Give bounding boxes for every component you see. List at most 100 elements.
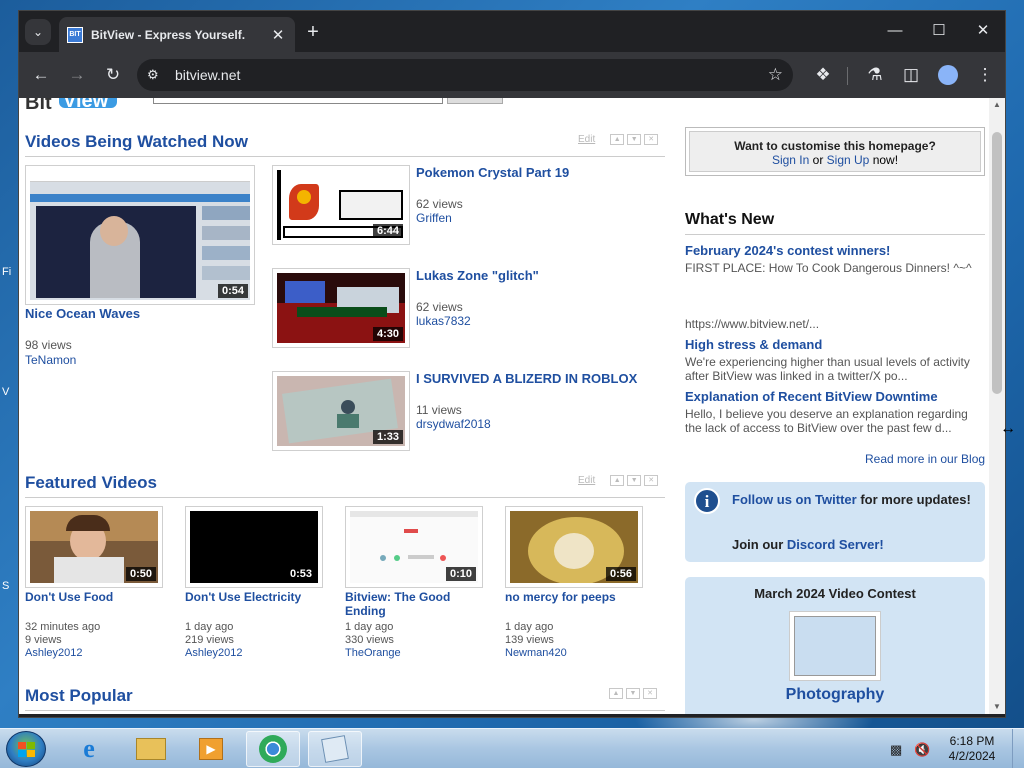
edit-link[interactable]: Edit <box>578 134 595 145</box>
logo-view-text: View <box>59 98 117 112</box>
media-player-icon[interactable]: ▶ <box>184 731 238 767</box>
section-title-watched: Videos Being Watched Now <box>25 132 248 151</box>
volume-muted-icon[interactable]: 🔇 <box>914 742 930 758</box>
news-title-link[interactable]: High stress & demand <box>685 337 822 352</box>
discord-link[interactable]: Discord Server! <box>787 537 884 552</box>
video-views: 9 views <box>25 634 62 646</box>
video-title-link[interactable]: Bitview: The Good Ending <box>345 590 477 618</box>
discord-prefix: Join our <box>732 537 784 552</box>
desktop-icon-label[interactable]: Fi <box>2 266 11 278</box>
move-down-icon[interactable]: ▼ <box>626 688 640 699</box>
whats-new-heading: What's New <box>685 211 775 228</box>
flask-icon[interactable]: ⚗ <box>861 61 889 89</box>
contest-title: March 2024 Video Contest <box>754 586 916 601</box>
edit-link[interactable]: Edit <box>578 475 595 486</box>
scroll-up-icon[interactable]: ▲ <box>989 98 1005 112</box>
news-title-link[interactable]: February 2024's contest winners! <box>685 243 890 258</box>
search-input[interactable] <box>153 98 443 104</box>
network-icon[interactable]: ▩ <box>890 742 902 758</box>
arrow-left-icon[interactable]: ← <box>27 61 55 89</box>
close-icon[interactable]: ✕ <box>644 134 659 145</box>
desktop-icon-label[interactable]: S <box>2 580 9 592</box>
chrome-taskbar-icon[interactable] <box>246 731 300 767</box>
video-thumbnail[interactable]: 0:54 <box>25 165 255 305</box>
video-title-link[interactable]: Don't Use Electricity <box>185 590 317 604</box>
sign-up-link[interactable]: Sign Up <box>827 153 870 167</box>
close-icon[interactable]: ✕ <box>269 26 287 44</box>
video-title-link[interactable]: Don't Use Food <box>25 590 157 604</box>
scroll-down-icon[interactable]: ▼ <box>989 700 1005 714</box>
page-scrollbar[interactable]: ▲ ▼ <box>989 98 1005 714</box>
news-title-link[interactable]: Explanation of Recent BitView Downtime <box>685 389 938 404</box>
plus-icon[interactable]: + <box>301 19 325 45</box>
video-views: 98 views <box>25 338 72 352</box>
video-thumbnail[interactable]: 0:50 <box>25 506 163 588</box>
arrow-right-icon[interactable]: → <box>63 61 91 89</box>
section-controls: ▲ ▼ ✕ <box>609 688 657 699</box>
section-divider <box>25 710 665 711</box>
video-user-link[interactable]: TeNamon <box>25 353 76 367</box>
file-explorer-icon[interactable] <box>124 731 178 767</box>
reload-icon[interactable]: ↻ <box>99 61 127 89</box>
move-up-icon[interactable]: ▲ <box>610 134 625 145</box>
notepad-taskbar-icon[interactable] <box>308 731 362 767</box>
move-up-icon[interactable]: ▲ <box>609 688 623 699</box>
video-title-link[interactable]: I SURVIVED A BLIZERD IN ROBLOX <box>416 371 637 386</box>
scrollbar-thumb[interactable] <box>992 132 1002 394</box>
close-icon[interactable]: ✕ <box>643 688 657 699</box>
close-icon[interactable]: ✕ <box>961 17 1005 45</box>
video-thumbnail[interactable]: 0:10 <box>345 506 483 588</box>
video-user-link[interactable]: Newman420 <box>505 647 567 659</box>
video-time: 1 day ago <box>185 621 234 633</box>
video-thumbnail[interactable]: 6:44 <box>272 165 410 245</box>
browser-tab[interactable]: BIT BitView - Express Yourself. ✕ <box>59 17 295 52</box>
video-duration: 6:44 <box>372 224 403 238</box>
side-panel-icon[interactable]: ◫ <box>897 61 925 89</box>
move-down-icon[interactable]: ▼ <box>627 134 642 145</box>
contest-caption-link[interactable]: Photography <box>685 686 985 704</box>
system-clock[interactable]: 6:18 PM 4/2/2024 <box>940 734 1004 764</box>
start-button[interactable] <box>6 731 46 767</box>
video-title-link[interactable]: Nice Ocean Waves <box>25 306 140 321</box>
video-duration: 0:10 <box>445 567 476 581</box>
video-thumbnail[interactable]: 1:33 <box>272 371 410 451</box>
video-user-link[interactable]: drsydwaf2018 <box>416 417 491 431</box>
show-desktop-button[interactable] <box>1012 729 1024 768</box>
video-views: 62 views <box>416 300 463 314</box>
chevron-down-icon[interactable]: ⌄ <box>25 19 51 45</box>
news-body: We're experiencing higher than usual lev… <box>685 355 970 383</box>
internet-explorer-icon[interactable]: e <box>62 731 116 767</box>
sign-in-link[interactable]: Sign In <box>772 153 809 167</box>
close-icon[interactable]: ✕ <box>644 475 659 486</box>
contest-image[interactable] <box>789 611 881 681</box>
video-thumbnail[interactable]: 0:53 <box>185 506 323 588</box>
desktop-icon-label[interactable]: V <box>2 386 9 398</box>
video-thumbnail[interactable]: 0:56 <box>505 506 643 588</box>
star-icon[interactable]: ☆ <box>768 65 783 85</box>
video-user-link[interactable]: Ashley2012 <box>185 647 243 659</box>
url-text[interactable]: bitview.net <box>175 67 768 83</box>
video-user-link[interactable]: lukas7832 <box>416 314 471 328</box>
twitter-link[interactable]: Follow us on Twitter <box>732 492 857 507</box>
profile-icon[interactable] <box>938 65 958 85</box>
kebab-menu-icon[interactable]: ⋮ <box>971 61 999 89</box>
video-title-link[interactable]: Pokemon Crystal Part 19 <box>416 165 569 180</box>
video-user-link[interactable]: TheOrange <box>345 647 401 659</box>
video-title-link[interactable]: no mercy for peeps <box>505 590 637 604</box>
address-bar[interactable]: ⚙ bitview.net ☆ <box>137 59 793 91</box>
video-views: 62 views <box>416 197 463 211</box>
puzzle-icon[interactable]: ❖ <box>809 61 837 89</box>
move-down-icon[interactable]: ▼ <box>627 475 642 486</box>
search-button[interactable] <box>447 98 503 104</box>
maximize-icon[interactable]: ☐ <box>917 17 961 45</box>
tune-icon[interactable]: ⚙ <box>147 67 167 83</box>
video-title-link[interactable]: Lukas Zone "glitch" <box>416 268 539 283</box>
minimize-icon[interactable]: — <box>873 17 917 45</box>
video-thumbnail[interactable]: 4:30 <box>272 268 410 348</box>
video-user-link[interactable]: Ashley2012 <box>25 647 83 659</box>
section-title-featured: Featured Videos <box>25 473 157 492</box>
move-up-icon[interactable]: ▲ <box>610 475 625 486</box>
read-more-blog-link[interactable]: Read more in our Blog <box>865 452 985 466</box>
news-body: Hello, I believe you deserve an explanat… <box>685 407 968 435</box>
video-user-link[interactable]: Griffen <box>416 211 452 225</box>
